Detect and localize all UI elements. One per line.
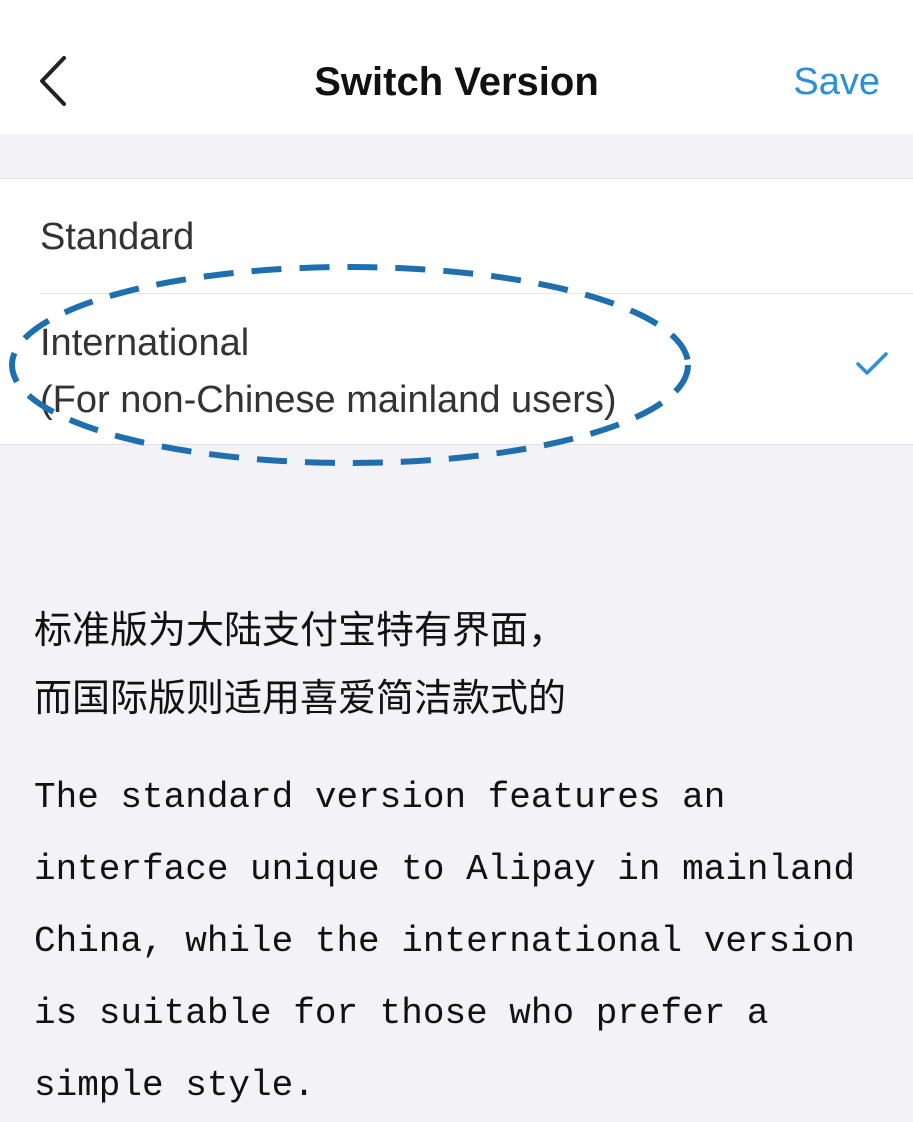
option-standard[interactable]: Standard xyxy=(0,179,913,293)
option-international-sublabel: (For non-Chinese mainland users) xyxy=(40,379,617,421)
save-button[interactable]: Save xyxy=(793,58,880,106)
chevron-left-icon xyxy=(30,50,80,112)
option-international-label: International xyxy=(40,322,250,364)
option-standard-label: Standard xyxy=(40,216,195,258)
checkmark-icon xyxy=(855,350,889,378)
back-button[interactable] xyxy=(30,50,80,112)
navigation-bar: Switch Version Save xyxy=(0,0,913,134)
page-title: Switch Version xyxy=(314,60,599,104)
version-options-list: Standard International (For non-Chinese … xyxy=(0,178,913,445)
description-chinese: 标准版为大陆支付宝特有界面， 而国际版则适用喜爱简洁款式的 xyxy=(34,608,567,720)
option-international[interactable]: International (For non-Chinese mainland … xyxy=(0,294,913,446)
description-english: The standard version features an interfa… xyxy=(34,777,855,1106)
